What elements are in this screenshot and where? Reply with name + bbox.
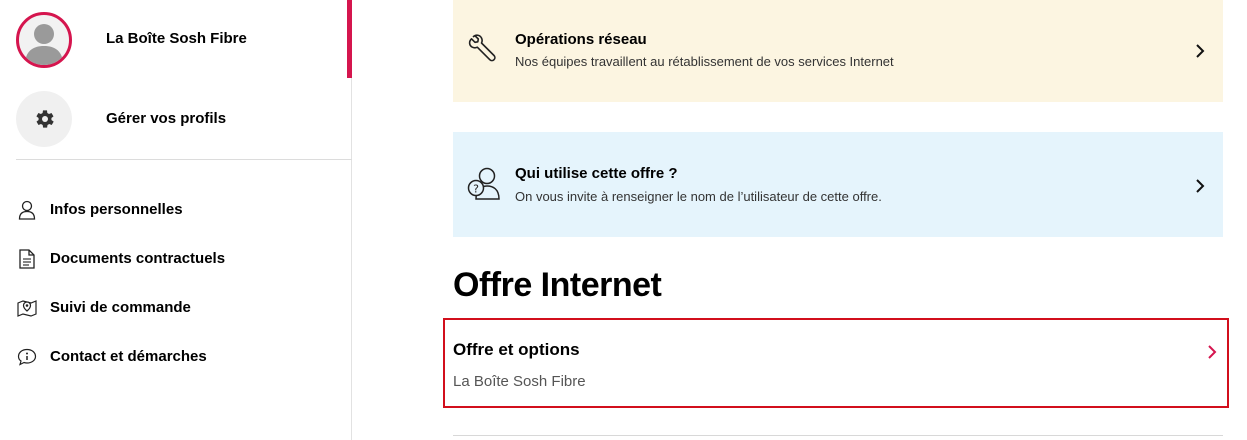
offer-title: Offre et options [453,340,580,359]
section-title: Offre Internet [453,266,662,304]
chevron-right-icon [1195,43,1205,64]
profile-name: La Boîte Sosh Fibre [106,30,247,47]
gear-icon-circle [16,91,72,147]
profile-item[interactable]: La Boîte Sosh Fibre [16,8,247,72]
svg-text:?: ? [473,183,479,196]
chevron-right-icon [1195,178,1205,199]
info-bubble-icon [16,346,38,368]
sidebar-item-contact-et-demarches[interactable]: Contact et démarches [16,345,207,369]
gear-icon [36,110,54,128]
network-operations-card[interactable]: Opérations réseau Nos équipes travaillen… [453,0,1223,102]
section-divider [453,435,1223,436]
wrench-icon [467,32,499,69]
network-card-title: Opérations réseau [515,31,647,48]
user-card-title: Qui utilise cette offre ? [515,165,678,182]
sidebar-item-label: Suivi de commande [50,299,191,316]
sidebar-item-label: Infos personnelles [50,201,183,218]
map-pin-icon [16,297,38,319]
manage-profiles-label: Gérer vos profils [106,110,227,127]
sidebar-item-infos-personnelles[interactable]: Infos personnelles [16,198,183,222]
user-question-icon: ? [467,166,501,207]
sidebar-item-label: Contact et démarches [50,348,207,365]
sidebar-item-suivi-de-commande[interactable]: Suivi de commande [16,296,191,320]
avatar [16,12,72,68]
person-icon [16,199,38,221]
document-icon [16,248,38,270]
offer-options-item[interactable]: Offre et options La Boîte Sosh Fibre [443,318,1229,408]
user-card-description: On vous invite à renseigner le nom de l’… [515,189,882,204]
chevron-right-icon [1207,344,1217,365]
sidebar-divider [16,159,352,160]
network-card-description: Nos équipes travaillent au rétablissemen… [515,54,894,69]
offer-subtitle: La Boîte Sosh Fibre [453,373,586,390]
active-indicator [347,0,352,78]
person-avatar-icon [25,24,63,65]
sidebar-item-documents-contractuels[interactable]: Documents contractuels [16,247,225,271]
sidebar-item-label: Documents contractuels [50,250,226,267]
sidebar: La Boîte Sosh Fibre Gérer vos profils In… [0,0,352,440]
who-uses-offer-card[interactable]: ? Qui utilise cette offre ? On vous invi… [453,132,1223,237]
